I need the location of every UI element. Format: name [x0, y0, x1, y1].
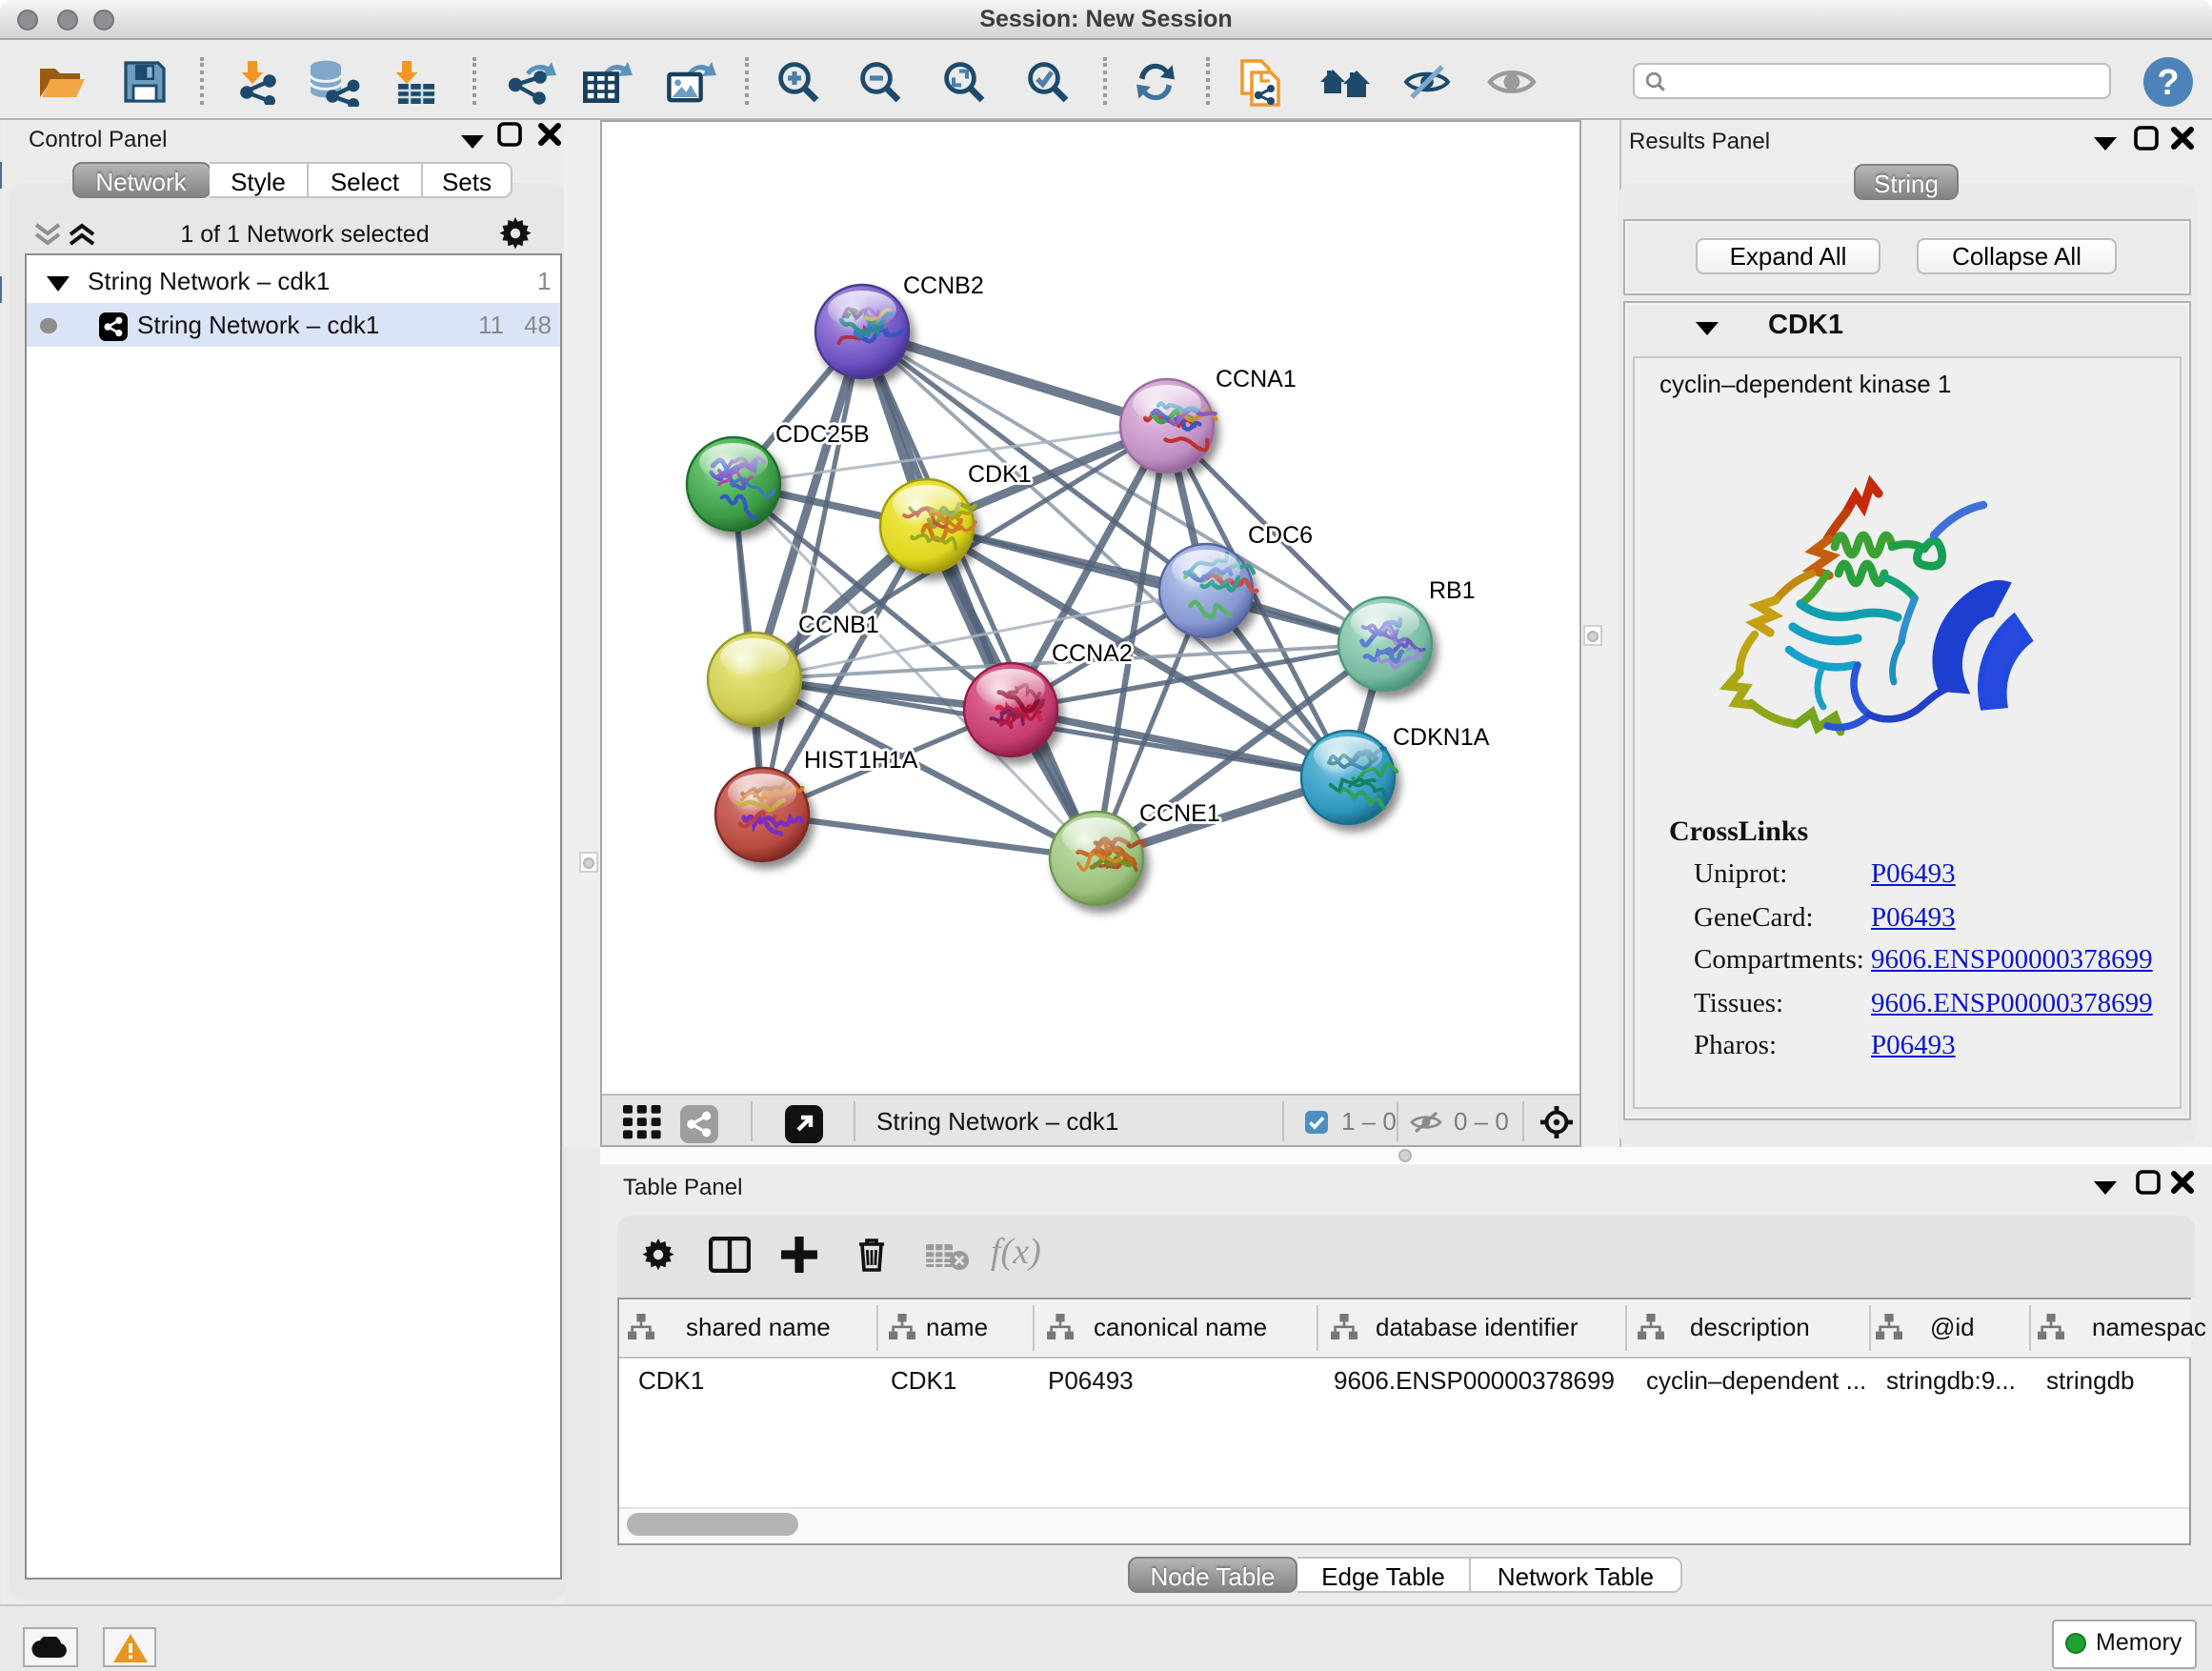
svg-text:CDK1: CDK1: [968, 461, 1032, 488]
svg-text:CDC25B: CDC25B: [775, 421, 870, 448]
svg-text:?: ?: [2157, 63, 2179, 103]
svg-text:CDKN1A: CDKN1A: [1393, 724, 1490, 751]
svg-text:CCNA2: CCNA2: [1052, 640, 1133, 667]
svg-text:CDC6: CDC6: [1248, 522, 1313, 549]
svg-text:CCNE1: CCNE1: [1139, 800, 1220, 827]
svg-text:CCNB2: CCNB2: [903, 272, 984, 299]
svg-text:RB1: RB1: [1429, 577, 1476, 604]
svg-text:CCNA1: CCNA1: [1216, 366, 1297, 393]
svg-text:HIST1H1A: HIST1H1A: [804, 747, 918, 774]
svg-text:CCNB1: CCNB1: [798, 612, 879, 638]
